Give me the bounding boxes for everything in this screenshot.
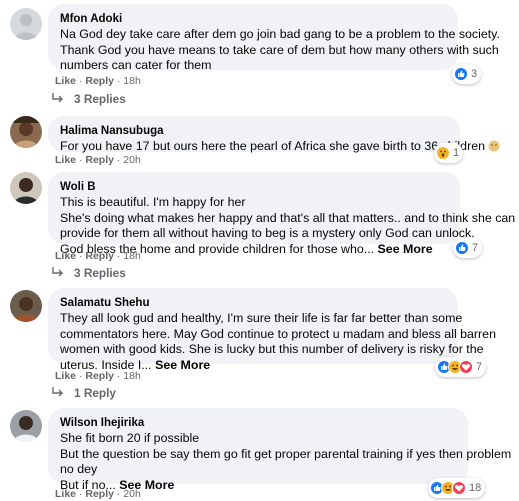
comment-actions: Like · Reply · 20h [55,488,141,500]
comment-bubble: Mfon Adoki Na God dey take care after de… [48,4,500,72]
reply-link[interactable]: Reply [85,488,114,500]
comment-actions: Like · Reply · 18h [55,370,141,382]
reaction-count: 3 [471,67,478,80]
comment-author[interactable]: Salamatu Shehu [60,296,446,311]
reaction-summary[interactable]: 1 [434,143,464,163]
comment-actions: Like · Reply · 18h [55,75,141,87]
emoji-icon [488,140,500,152]
comment-time[interactable]: 18h [123,250,141,262]
view-replies-button[interactable]: 3 Replies [52,266,126,280]
comment-author[interactable]: Wilson Ihejirika [60,416,456,431]
replies-label: 3 Replies [74,92,126,106]
like-link[interactable]: Like [55,75,76,87]
wow-reaction-icon [436,146,450,160]
comment-author[interactable]: Woli B [60,180,448,195]
like-reaction-icon [454,67,468,81]
comment-bubble: Woli B This is beautiful. I'm happy for … [48,172,515,256]
reaction-summary[interactable]: 7 [453,238,483,258]
reaction-summary[interactable]: 18 [428,478,486,498]
see-more-link[interactable]: See More [155,358,210,372]
avatar[interactable] [10,172,42,204]
comment-author[interactable]: Halima Nansubuga [60,124,448,139]
reaction-count: 7 [472,241,479,254]
reaction-count: 7 [476,360,483,373]
reply-link[interactable]: Reply [85,75,114,87]
comment-text: Na God dey take care after dem go join b… [60,27,500,72]
view-replies-button[interactable]: 1 Reply [52,386,116,400]
comment-actions: Like · Reply · 18h [55,250,141,262]
comment-text: For you have 17 but ours here the pearl … [60,139,500,155]
avatar[interactable] [10,410,42,442]
like-link[interactable]: Like [55,154,76,166]
comment-time[interactable]: 18h [123,370,141,382]
reaction-count: 18 [469,481,482,494]
like-reaction-icon [455,241,469,255]
love-reaction-icon [452,481,466,495]
love-reaction-icon [459,360,473,374]
like-link[interactable]: Like [55,250,76,262]
comment-time[interactable]: 20h [123,154,141,166]
reply-link[interactable]: Reply [85,370,114,382]
avatar[interactable] [10,116,42,148]
replies-label: 1 Reply [74,386,116,400]
reply-arrow-icon [52,386,64,400]
comment-actions: Like · Reply · 20h [55,154,141,166]
comment-text: She fit born 20 if possible But the ques… [60,431,512,492]
view-replies-button[interactable]: 3 Replies [52,92,126,106]
reaction-summary[interactable]: 7 [435,357,487,377]
comment-bubble: Halima Nansubuga For you have 17 but our… [48,116,500,155]
reply-link[interactable]: Reply [85,154,114,166]
reply-arrow-icon [52,266,64,280]
see-more-link[interactable]: See More [378,242,433,256]
replies-label: 3 Replies [74,266,126,280]
reply-arrow-icon [52,92,64,106]
avatar[interactable] [10,8,42,40]
comment-bubble: Salamatu Shehu They all look gud and hea… [48,288,496,372]
comment-time[interactable]: 18h [123,75,141,87]
reaction-summary[interactable]: 3 [452,64,482,84]
like-link[interactable]: Like [55,488,76,500]
reply-link[interactable]: Reply [85,250,114,262]
comment-bubble: Wilson Ihejirika She fit born 20 if poss… [48,408,511,492]
comment-text: This is beautiful. I'm happy for her She… [60,195,516,256]
reaction-count: 1 [453,146,460,159]
avatar[interactable] [10,290,42,322]
like-link[interactable]: Like [55,370,76,382]
comment-author[interactable]: Mfon Adoki [60,12,446,27]
comment-time[interactable]: 20h [123,488,141,500]
comment-text: They all look gud and healthy, I'm sure … [60,311,496,372]
